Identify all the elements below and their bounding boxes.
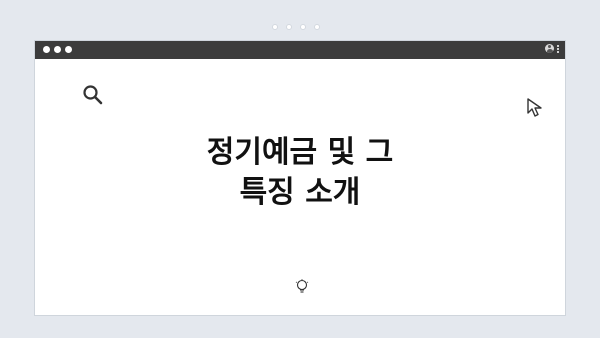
avatar-icon[interactable] <box>545 44 554 53</box>
window-close-button[interactable] <box>43 46 50 53</box>
page-dot <box>286 24 292 30</box>
window-titlebar <box>35 41 565 59</box>
cursor-icon <box>527 98 542 117</box>
page-title: 정기예금 및 그 특징 소개 <box>35 133 565 213</box>
page-background: 정기예금 및 그 특징 소개 <box>0 0 600 338</box>
window-maximize-button[interactable] <box>65 46 72 53</box>
titlebar-actions <box>545 44 559 53</box>
lightbulb-icon <box>295 279 309 293</box>
kebab-menu-icon[interactable] <box>557 44 559 53</box>
browser-window: 정기예금 및 그 특징 소개 <box>34 40 566 316</box>
page-dot <box>272 24 278 30</box>
search-icon[interactable] <box>81 83 105 107</box>
page-dot <box>300 24 306 30</box>
page-title-line-1: 정기예금 및 그 <box>206 135 394 170</box>
window-minimize-button[interactable] <box>54 46 61 53</box>
page-title-line-2: 특징 소개 <box>239 175 361 210</box>
window-controls <box>43 46 72 53</box>
page-indicator-dots <box>272 24 320 30</box>
page-dot <box>314 24 320 30</box>
